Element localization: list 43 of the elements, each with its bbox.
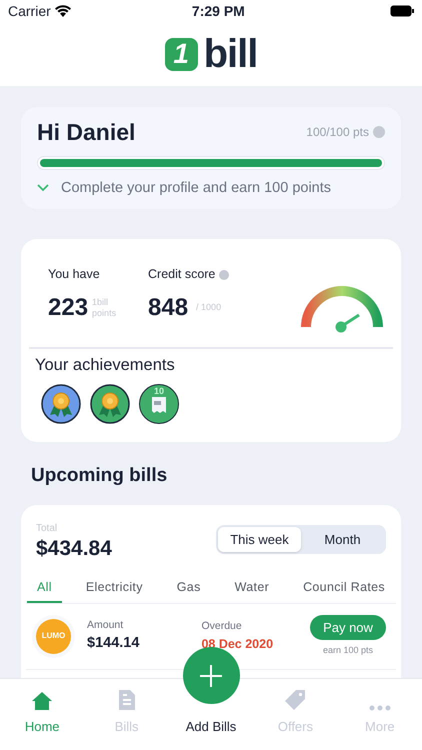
home-icon bbox=[31, 690, 54, 710]
achievements-title: Your achievements bbox=[35, 355, 176, 376]
tab-bar-item[interactable]: Add Bills bbox=[186, 716, 236, 736]
tag-icon bbox=[284, 688, 306, 710]
due-date: 08 Dec 2020 bbox=[201, 636, 274, 653]
section-title: Upcoming bills bbox=[31, 464, 168, 488]
logo-mark: 1 bbox=[164, 38, 198, 70]
points-unit: 1bill bbox=[92, 297, 110, 308]
period-option[interactable]: This week bbox=[218, 526, 301, 552]
greeting: Hi Daniel bbox=[37, 118, 136, 147]
status-label: Overdue bbox=[201, 619, 243, 634]
points-unit: points bbox=[92, 308, 116, 319]
receipt-icon bbox=[151, 396, 167, 414]
total-amount: $434.84 bbox=[36, 536, 112, 562]
score-value: 848 bbox=[148, 296, 188, 320]
total-label: Total bbox=[36, 522, 58, 536]
more-icon bbox=[368, 704, 391, 710]
help-icon bbox=[219, 270, 230, 280]
category-tab[interactable]: Water bbox=[224, 574, 280, 603]
category-tab[interactable]: Council Rates bbox=[293, 574, 395, 603]
points-value: 223 bbox=[48, 296, 88, 320]
help-icon bbox=[373, 126, 385, 138]
points-label: You have bbox=[48, 266, 101, 284]
wifi-icon bbox=[54, 5, 71, 17]
carrier-label: Carrier bbox=[8, 2, 51, 20]
plus-icon bbox=[200, 664, 222, 686]
score-max: / 1000 bbox=[196, 301, 222, 314]
points-total: 100/100 pts bbox=[306, 124, 369, 142]
provider-logo: LUMO bbox=[36, 618, 71, 654]
score-label: Credit score bbox=[148, 266, 216, 284]
period-option[interactable]: Month bbox=[301, 526, 384, 552]
status-time: 7:29 PM bbox=[190, 2, 246, 20]
document-icon bbox=[118, 688, 136, 710]
reward-label: earn 100 pts bbox=[322, 644, 374, 657]
amount-label: Amount bbox=[87, 618, 124, 632]
profile-prompt: Complete your profile and earn 100 points bbox=[61, 178, 332, 198]
logo-text: bill bbox=[204, 34, 258, 74]
chevron-down-icon[interactable] bbox=[37, 184, 49, 192]
category-tab[interactable]: Gas bbox=[166, 574, 211, 603]
bill-amount: $144.14 bbox=[87, 634, 140, 654]
badge-number: 10 bbox=[154, 386, 164, 396]
battery-icon bbox=[390, 5, 414, 17]
category-tab[interactable]: Electricity bbox=[76, 574, 153, 603]
